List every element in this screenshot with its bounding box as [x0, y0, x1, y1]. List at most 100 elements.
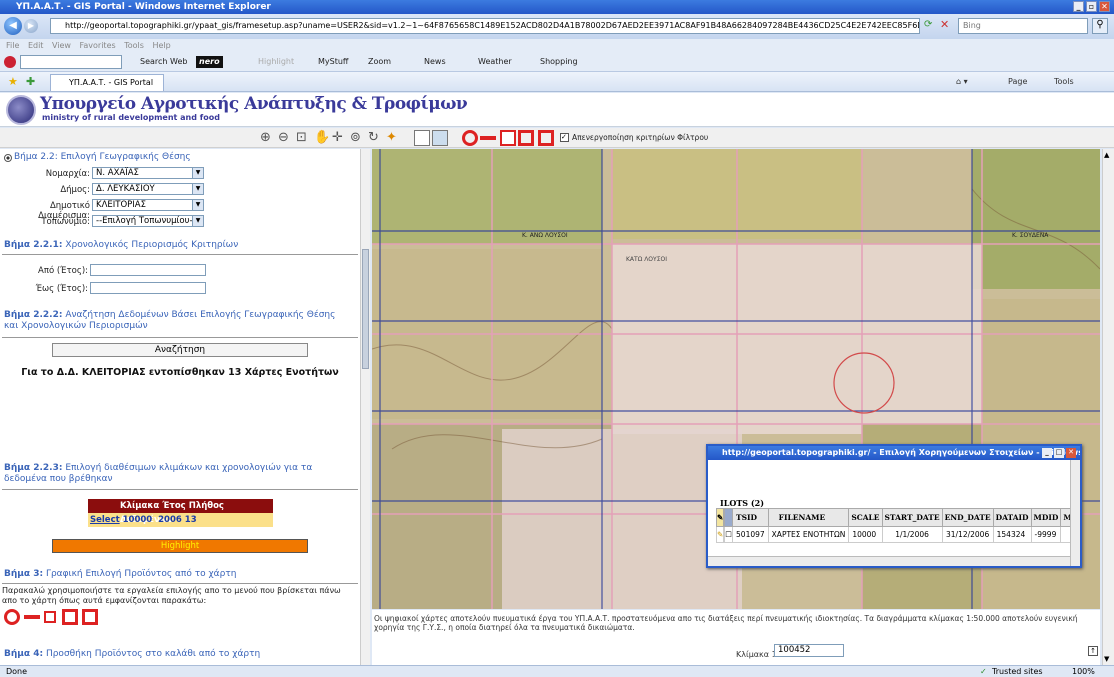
- stop-icon[interactable]: ✕: [940, 18, 949, 31]
- step-2-2-heading: Βήμα 2.2: Επιλογή Γεωγραφικής Θέσης: [14, 152, 191, 162]
- popup-horizontal-scrollbar[interactable]: [708, 556, 1070, 566]
- prefecture-label: Νομαρχία:: [45, 169, 90, 179]
- forward-button[interactable]: ▶: [24, 19, 38, 33]
- layers-icon[interactable]: [414, 130, 430, 146]
- map-label: ΚΑΤΩ ΛΟΥΣΟΙ: [626, 256, 667, 263]
- map-label: Κ. ΑΝΩ ΛΟΥΣΟΙ: [522, 232, 568, 239]
- select-polygon-icon[interactable]: [62, 609, 78, 625]
- edit-icon[interactable]: ✎: [715, 526, 725, 543]
- home-icon[interactable]: ⌂ ▾: [956, 72, 968, 92]
- refresh-icon[interactable]: ⟳: [924, 19, 932, 30]
- popup-maximize-button[interactable]: □: [1054, 448, 1064, 458]
- menu-view[interactable]: View: [52, 41, 71, 50]
- from-year-input[interactable]: [90, 264, 206, 276]
- trusted-sites-icon: ✓: [980, 667, 987, 676]
- select-link[interactable]: Select: [90, 515, 120, 525]
- popup-close-button[interactable]: ✕: [1066, 448, 1076, 458]
- scale-bar: Κλίμακα 1: 100452 ↑: [372, 640, 1100, 665]
- search-web-button[interactable]: Search Web: [140, 52, 187, 72]
- search-icon[interactable]: ⚲: [1092, 18, 1108, 34]
- nero-button[interactable]: nero: [196, 56, 223, 68]
- back-button[interactable]: ◀: [4, 17, 22, 35]
- ministry-logo-icon: [6, 95, 36, 125]
- step-3-heading: Βήμα 3: Γραφική Επιλογή Προϊόντος από το…: [4, 569, 237, 579]
- table-header-row: ✎ TSID FILENAME SCALE START_DATE END_DAT…: [715, 508, 1070, 527]
- popup-vertical-scrollbar[interactable]: [1070, 460, 1080, 566]
- select-line-icon[interactable]: [480, 136, 496, 140]
- right-scrollbar[interactable]: ▲ ▼: [1102, 149, 1114, 665]
- center-icon[interactable]: ✛: [332, 130, 348, 146]
- left-panel-scrollbar[interactable]: [360, 149, 370, 665]
- select-point-icon[interactable]: [44, 611, 56, 623]
- mystuff-button[interactable]: MyStuff: [318, 52, 348, 72]
- tools-menu[interactable]: Tools: [1054, 72, 1074, 92]
- toponym-label: Τοπωνύμιο:: [41, 217, 90, 227]
- refresh-map-icon[interactable]: ↻: [368, 130, 384, 146]
- zoom-out-icon[interactable]: ⊖: [278, 130, 294, 146]
- toolbar-search-input[interactable]: [20, 55, 122, 69]
- table-row[interactable]: ✎ ☐ 501097 ΧΑΡΤΕΣ ΕΝΟΤΗΤΩΝ 10000 1/1/200…: [715, 526, 1070, 543]
- highlight-button[interactable]: Highlight: [52, 539, 308, 553]
- select-point-icon[interactable]: [500, 130, 516, 146]
- menu-tools[interactable]: Tools: [124, 41, 144, 50]
- select-line-icon[interactable]: [24, 615, 40, 619]
- identify-icon[interactable]: ⊚: [350, 130, 366, 146]
- to-year-input[interactable]: [90, 282, 206, 294]
- add-favorites-icon[interactable]: ✚: [26, 72, 35, 92]
- scale-input[interactable]: 100452: [774, 644, 844, 657]
- layer-name: ILOTS (2): [720, 498, 764, 508]
- tab-gis-portal[interactable]: ΥΠ.Α.Α.Τ. - GIS Portal: [50, 74, 165, 91]
- browser-toolbar: Search Web nero Highlight MyStuff Zoom N…: [0, 52, 1114, 72]
- municipality-select[interactable]: Δ. ΛΕΥΚΑΣΙΟΥ ▼: [92, 183, 204, 195]
- legend-icon[interactable]: [432, 130, 448, 146]
- search-button[interactable]: Αναζήτηση: [52, 343, 308, 357]
- menu-edit[interactable]: Edit: [28, 41, 44, 50]
- divider: [2, 489, 358, 490]
- url-input[interactable]: http://geoportal.topographiki.gr/ypaat_g…: [50, 18, 920, 34]
- site-header: Υπουργείο Αγροτικής Ανάπτυξης & Τροφίμων…: [0, 93, 1114, 127]
- scale-table: Κλίμακα Έτος Πλήθος Δεδομένων Select 100…: [88, 499, 273, 529]
- zoom-button[interactable]: Zoom: [368, 52, 391, 72]
- maximize-button[interactable]: ▫: [1086, 1, 1097, 12]
- prefecture-select[interactable]: Ν. ΑΧΑΪΑΣ ▼: [92, 167, 204, 179]
- zoom-level[interactable]: 100%: [1072, 666, 1095, 677]
- scroll-thumb[interactable]: [362, 249, 369, 369]
- highlight-toolbar-button[interactable]: Highlight: [258, 52, 294, 72]
- toolbar-logo-icon[interactable]: [4, 56, 16, 68]
- zoom-box-icon[interactable]: ⊡: [296, 130, 312, 146]
- from-year-label: Από (Έτος):: [38, 266, 88, 276]
- select-circle-icon[interactable]: [4, 609, 20, 625]
- select-polygon-icon[interactable]: [518, 130, 534, 146]
- scroll-up-icon[interactable]: ▲: [1104, 151, 1109, 159]
- left-panel: Βήμα 2.2: Επιλογή Γεωγραφικής Θέσης Νομα…: [0, 149, 360, 665]
- favorites-star-icon[interactable]: ★: [8, 72, 18, 92]
- divider: [2, 254, 358, 255]
- menu-file[interactable]: File: [6, 41, 19, 50]
- select-circle-icon[interactable]: [462, 130, 478, 146]
- scale-label: Κλίμακα 1:: [736, 650, 780, 659]
- close-button[interactable]: ✕: [1099, 1, 1110, 12]
- page-menu[interactable]: Page: [1008, 72, 1027, 92]
- news-button[interactable]: News: [424, 52, 446, 72]
- shopping-button[interactable]: Shopping: [540, 52, 578, 72]
- toponym-select[interactable]: --Επιλογή Τοπωνυμίου-- ▼: [92, 215, 204, 227]
- scale-go-button[interactable]: ↑: [1088, 646, 1098, 656]
- search-input[interactable]: Bing: [958, 18, 1088, 34]
- step-2-2-radio[interactable]: [4, 154, 12, 162]
- menu-help[interactable]: Help: [152, 41, 170, 50]
- filter-checkbox[interactable]: ✓: [560, 133, 569, 142]
- scroll-down-icon[interactable]: ▼: [1104, 655, 1109, 663]
- window-title: ΥΠ.Α.Α.Τ. - GIS Portal - Windows Interne…: [16, 2, 271, 12]
- district-select[interactable]: ΚΛΕΙΤΟΡΙΑΣ ▼: [92, 199, 204, 211]
- weather-button[interactable]: Weather: [478, 52, 512, 72]
- results-table: ✎ TSID FILENAME SCALE START_DATE END_DAT…: [715, 508, 1070, 543]
- minimize-button[interactable]: _: [1073, 1, 1084, 12]
- zoom-in-icon[interactable]: ⊕: [260, 130, 276, 146]
- info-icon[interactable]: ✦: [386, 130, 402, 146]
- popup-minimize-button[interactable]: _: [1042, 448, 1052, 458]
- select-rectangle-icon[interactable]: [82, 609, 98, 625]
- pan-icon[interactable]: ✋: [314, 130, 330, 146]
- select-rectangle-icon[interactable]: [538, 130, 554, 146]
- row-checkbox[interactable]: ☐: [724, 526, 734, 543]
- menu-favorites[interactable]: Favorites: [80, 41, 116, 50]
